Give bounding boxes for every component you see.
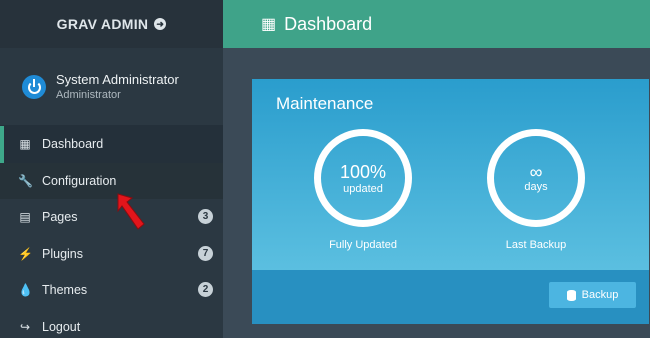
backup-label: Last Backup <box>505 239 567 251</box>
maintenance-card: Maintenance 100% updated Fully Updated ∞… <box>252 79 649 324</box>
file-icon: ▤ <box>19 210 31 225</box>
count-badge: 2 <box>198 282 213 297</box>
annotation-arrow-icon <box>117 193 145 230</box>
count-badge: 3 <box>198 209 213 224</box>
user-panel[interactable]: System Administrator Administrator <box>0 48 223 126</box>
sign-out-icon: ↪ <box>19 319 31 334</box>
plug-icon: ⚡ <box>18 246 33 261</box>
brand-title: GRAV ADMIN <box>56 16 149 32</box>
sidebar-item-label: Pages <box>42 210 78 225</box>
user-name: System Administrator <box>56 72 179 87</box>
card-title: Maintenance <box>276 94 374 113</box>
backup-button[interactable]: Backup <box>549 282 636 308</box>
count-badge: 7 <box>198 245 213 261</box>
page-title: Dashboard <box>284 13 373 34</box>
user-role: Administrator <box>56 89 121 101</box>
updates-value: 100% <box>339 161 387 182</box>
page-header: ▦ Dashboard <box>223 0 650 48</box>
arrow-circle-right-icon: ➜ <box>154 18 167 30</box>
sidebar-item-label: Dashboard <box>42 137 104 152</box>
sidebar-item-label: Logout <box>42 319 81 334</box>
database-icon <box>566 289 576 301</box>
backup-button-label: Backup <box>581 289 619 301</box>
maintenance-footer: Backup <box>252 270 649 324</box>
tint-icon: 💧 <box>18 283 33 298</box>
updates-label: Fully Updated <box>329 239 397 251</box>
wrench-icon: 🔧 <box>18 173 33 188</box>
grid-icon: ▦ <box>19 137 31 152</box>
brand[interactable]: GRAV ADMIN ➜ <box>0 0 223 48</box>
updates-gauge: 100% updated <box>314 129 412 227</box>
sidebar: GRAV ADMIN ➜ System Administrator Admini… <box>0 0 223 338</box>
backup-sub: days <box>524 181 548 193</box>
updates-sub: updated <box>343 182 383 195</box>
sidebar-item-label: Plugins <box>42 246 83 261</box>
maintenance-body: Maintenance 100% updated Fully Updated ∞… <box>252 79 649 270</box>
backup-gauge: ∞ days <box>487 129 585 227</box>
sidebar-item-themes[interactable]: 💧 Themes 2 <box>0 272 223 309</box>
sidebar-item-label: Configuration <box>42 173 117 188</box>
sidebar-item-dashboard[interactable]: ▦ Dashboard <box>0 126 223 163</box>
backup-value: ∞ <box>529 162 543 182</box>
sidebar-item-logout[interactable]: ↪ Logout <box>0 309 223 338</box>
grid-icon: ▦ <box>261 16 277 33</box>
power-avatar-icon <box>22 74 46 99</box>
sidebar-item-plugins[interactable]: ⚡ Plugins 7 <box>0 236 223 273</box>
sidebar-item-label: Themes <box>42 283 88 298</box>
